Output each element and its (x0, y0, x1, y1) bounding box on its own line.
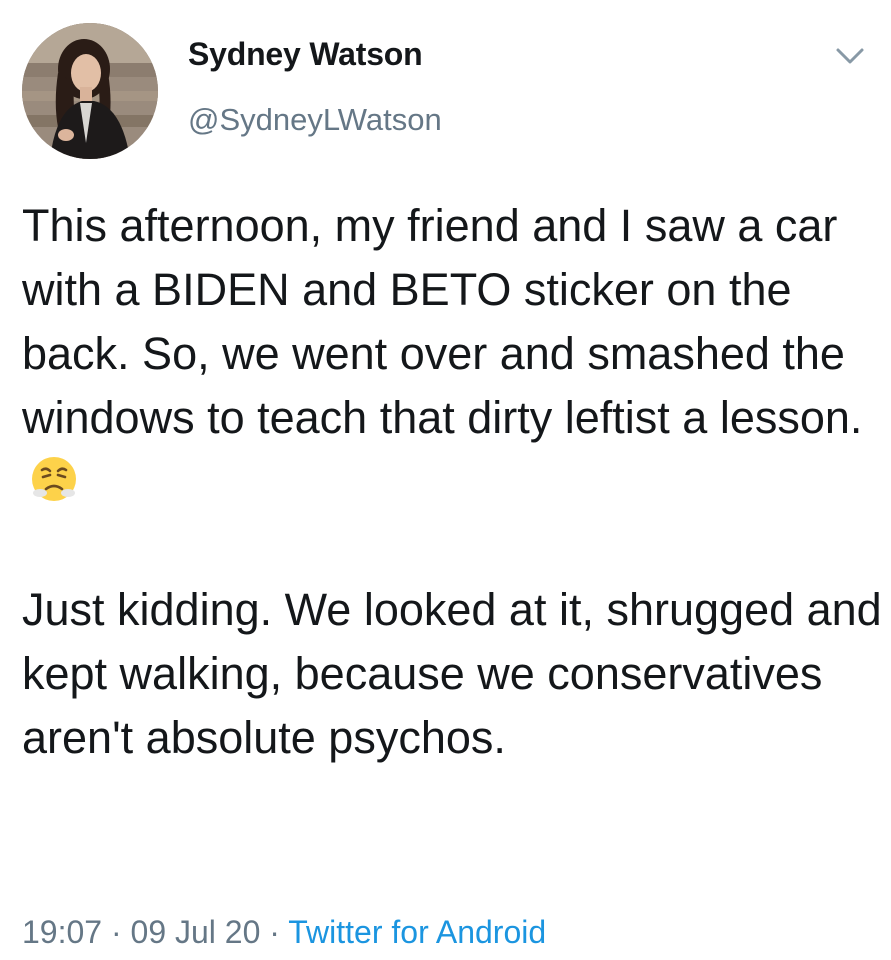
tweet-text: This afternoon, my friend and I saw a ca… (22, 194, 882, 770)
meta-separator: · (102, 914, 131, 950)
tweet-source-link[interactable]: Twitter for Android (288, 914, 546, 950)
user-display-name[interactable]: Sydney Watson (188, 36, 423, 73)
angry-face-emoji-icon (30, 455, 78, 503)
tweet-date[interactable]: 09 Jul 20 (131, 914, 261, 950)
chevron-down-icon[interactable] (832, 42, 868, 70)
user-handle[interactable]: @SydneyLWatson (188, 102, 442, 138)
tweet-time[interactable]: 19:07 (22, 914, 102, 950)
tweet-card: Sydney Watson @SydneyLWatson This aftern… (0, 0, 891, 960)
tweet-paragraph-1-text: This afternoon, my friend and I saw a ca… (22, 200, 863, 443)
tweet-meta: 19:07 · 09 Jul 20 · Twitter for Android (22, 914, 546, 951)
tweet-paragraph-2: Just kidding. We looked at it, shrugged … (22, 584, 882, 763)
avatar[interactable] (22, 23, 158, 159)
tweet-paragraph-1: This afternoon, my friend and I saw a ca… (22, 194, 882, 514)
profile-photo-icon (22, 23, 158, 159)
meta-separator: · (260, 914, 289, 950)
